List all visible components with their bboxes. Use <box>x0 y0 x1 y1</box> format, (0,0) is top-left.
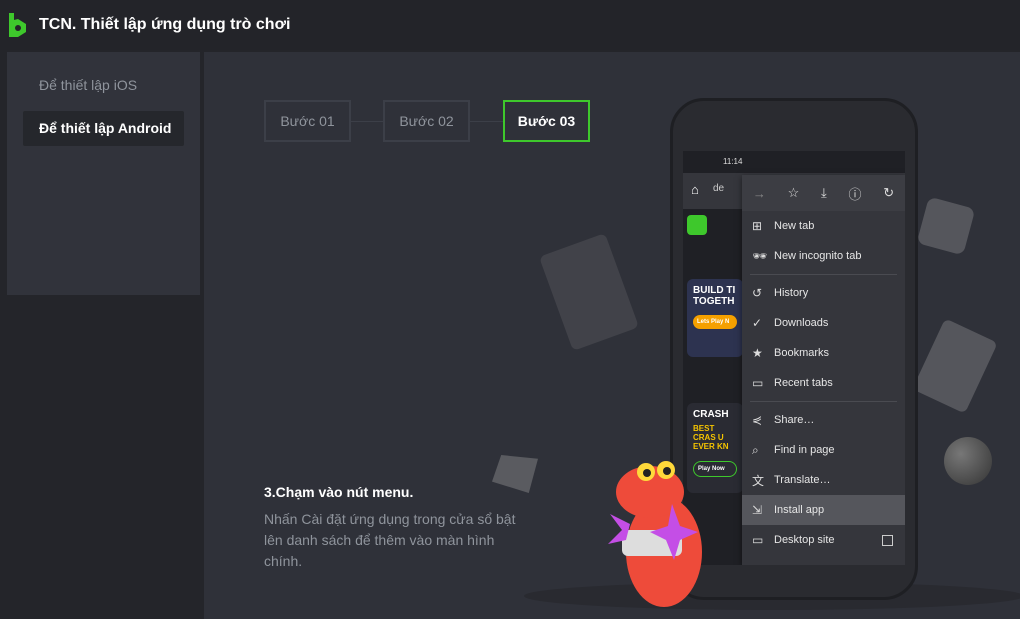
desktop-site-checkbox[interactable] <box>882 534 893 546</box>
promo-banner: BUILD TI TOGETH Lets Play N <box>687 279 743 357</box>
main-content: Bước 01 Bước 02 Bước 03 3.Chạm vào nút m… <box>204 52 1020 619</box>
step-connector <box>351 121 383 122</box>
menu-item-label: Desktop site <box>774 534 835 546</box>
menu-item-translate[interactable]: 文 Translate… <box>742 465 905 495</box>
menu-item-find-in-page[interactable]: ⌕ Find in page <box>742 435 905 465</box>
header: TCN. Thiết lập ứng dụng trò chơi <box>0 0 1020 50</box>
install-app-icon: ⇲ <box>752 503 763 517</box>
menu-item-label: New incognito tab <box>774 250 862 262</box>
refresh-icon[interactable]: ↻ <box>883 185 894 201</box>
star-icon: ★ <box>752 346 763 360</box>
share-icon: ⋞ <box>752 413 763 427</box>
status-bar: 11:14 <box>683 151 905 173</box>
incognito-icon: 🕶 <box>752 249 768 263</box>
info-icon[interactable]: ⓘ <box>848 184 861 203</box>
instruction-text: Nhấn Cài đặt ứng dụng trong cửa sổ bật l… <box>264 511 516 569</box>
download-done-icon: ✓ <box>752 316 763 330</box>
menu-item-label: Find in page <box>774 444 835 456</box>
sidebar-item-android[interactable]: Để thiết lập Android <box>23 111 184 146</box>
step-2-tab[interactable]: Bước 02 <box>383 100 470 142</box>
star-icon[interactable]: ☆ <box>788 185 800 201</box>
address-bar[interactable]: de <box>713 183 724 194</box>
plus-square-icon: ⊞ <box>752 219 763 233</box>
sidebar-item-ios[interactable]: Để thiết lập iOS <box>23 68 184 103</box>
menu-item-label: Share… <box>774 414 815 426</box>
menu-item-new-tab[interactable]: ⊞ New tab <box>742 211 905 241</box>
menu-item-history[interactable]: ↺ History <box>742 278 905 308</box>
site-logo-icon <box>687 215 707 235</box>
card-decoration-icon <box>539 233 639 351</box>
translate-icon: 文 <box>752 473 765 488</box>
page-title: TCN. Thiết lập ứng dụng trò chơi <box>39 16 291 33</box>
status-time: 11:14 <box>723 157 743 166</box>
step-3-tab[interactable]: Bước 03 <box>503 100 590 142</box>
dice-decoration-icon <box>916 196 976 256</box>
banner-title: CRASH <box>693 409 729 420</box>
desktop-icon: ▭ <box>752 533 764 547</box>
menu-toolbar: → ☆ ⤓ ⓘ ↻ <box>742 175 905 211</box>
download-icon[interactable]: ⤓ <box>821 185 827 201</box>
ball-decoration-icon <box>944 437 992 485</box>
menu-item-label: History <box>774 287 809 299</box>
dinosaur-mascot-icon <box>608 461 702 607</box>
menu-separator <box>750 401 897 402</box>
menu-item-new-incognito-tab[interactable]: 🕶 New incognito tab <box>742 241 905 271</box>
browser-menu: → ☆ ⤓ ⓘ ↻ ⊞ New tab 🕶 New incognito tab ↺ His… <box>742 175 905 565</box>
menu-item-install-app[interactable]: ⇲ Install app <box>742 495 905 525</box>
menu-item-label: Recent tabs <box>774 377 833 389</box>
menu-item-recent-tabs[interactable]: ▭ Recent tabs <box>742 368 905 398</box>
banner-subtitle: BEST CRAS U EVER KN <box>693 424 729 451</box>
banner-button[interactable]: Lets Play N <box>693 315 737 329</box>
logo-icon <box>9 13 26 37</box>
menu-item-label: Translate… <box>774 474 831 486</box>
history-icon: ↺ <box>752 286 763 300</box>
gem-decoration-icon <box>492 455 538 493</box>
menu-item-bookmarks[interactable]: ★ Bookmarks <box>742 338 905 368</box>
step-1-tab[interactable]: Bước 01 <box>264 100 351 142</box>
step-connector <box>470 121 503 122</box>
devices-icon: ▭ <box>752 376 764 390</box>
menu-item-share[interactable]: ⋞ Share… <box>742 405 905 435</box>
menu-item-desktop-site[interactable]: ▭ Desktop site <box>742 525 905 555</box>
menu-item-label: Install app <box>774 504 825 516</box>
home-icon[interactable]: ⌂ <box>691 182 699 197</box>
instruction-title: 3.Chạm vào nút menu. <box>264 484 414 500</box>
banner-title: BUILD TI TOGETH <box>693 285 736 307</box>
menu-item-label: New tab <box>774 220 815 232</box>
menu-separator <box>750 274 897 275</box>
menu-item-downloads[interactable]: ✓ Downloads <box>742 308 905 338</box>
forward-icon[interactable]: → <box>753 186 766 201</box>
menu-item-label: Bookmarks <box>774 347 830 359</box>
sidebar: Để thiết lập iOS Để thiết lập Android <box>7 52 200 295</box>
ace-card-decoration-icon <box>912 318 998 414</box>
menu-item-label: Downloads <box>774 317 829 329</box>
find-icon: ⌕ <box>752 442 759 457</box>
